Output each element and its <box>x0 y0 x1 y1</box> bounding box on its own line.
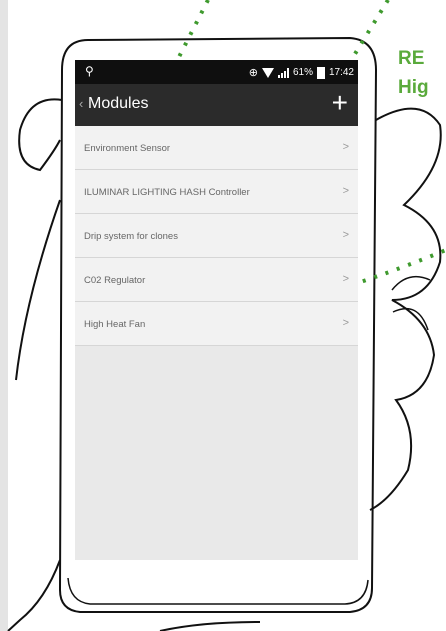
chevron-right-icon: > <box>342 185 349 197</box>
callout-caption: RE Hig <box>398 44 446 102</box>
thumb-contour <box>18 98 63 172</box>
chevron-right-icon: > <box>342 229 349 241</box>
palm-contour <box>7 559 61 631</box>
app-bar: ‹ Modules + <box>75 84 358 126</box>
back-chevron-icon[interactable]: ‹ <box>79 96 83 111</box>
caption-line-1: RE <box>398 48 425 69</box>
chevron-right-icon: > <box>342 317 349 329</box>
list-item-label: Drip system for clones <box>84 231 178 242</box>
phone-screen: ⚲ ⊕ 61% 17:42 ‹ Modules + Environment Se… <box>75 60 358 560</box>
usb-icon: ⚲ <box>85 64 94 78</box>
chevron-right-icon: > <box>342 141 349 153</box>
palm-contour-2 <box>159 621 261 631</box>
battery-icon <box>316 66 325 79</box>
status-icons: ⊕ 61% 17:42 <box>249 66 354 79</box>
list-item-label: C02 Regulator <box>84 275 146 286</box>
list-item-co2-regulator[interactable]: C02 Regulator > <box>75 258 358 302</box>
list-item-label: ILUMINAR LIGHTING HASH Controller <box>84 187 250 198</box>
battery-percent: 61% <box>292 67 313 78</box>
chevron-right-icon: > <box>342 273 349 285</box>
list-item-label: Environment Sensor <box>84 143 171 154</box>
list-item-drip-system[interactable]: Drip system for clones > <box>75 214 358 258</box>
signal-icon <box>277 67 289 78</box>
page-title[interactable]: Modules <box>88 95 148 113</box>
list-item-high-heat-fan[interactable]: High Heat Fan > <box>75 302 358 346</box>
list-item-lighting-controller[interactable]: ILUMINAR LIGHTING HASH Controller > <box>75 170 358 214</box>
modules-list: Environment Sensor > ILUMINAR LIGHTING H… <box>75 126 358 346</box>
clock: 17:42 <box>328 67 354 78</box>
sync-icon: ⊕ <box>248 67 258 79</box>
list-item-label: High Heat Fan <box>84 319 146 330</box>
thumb-base <box>15 199 61 381</box>
wifi-icon <box>261 67 274 78</box>
add-module-button[interactable]: + <box>332 87 348 119</box>
caption-line-2: Hig <box>398 77 429 98</box>
status-bar: ⚲ ⊕ 61% 17:42 <box>75 60 358 84</box>
list-item-environment-sensor[interactable]: Environment Sensor > <box>75 126 358 170</box>
